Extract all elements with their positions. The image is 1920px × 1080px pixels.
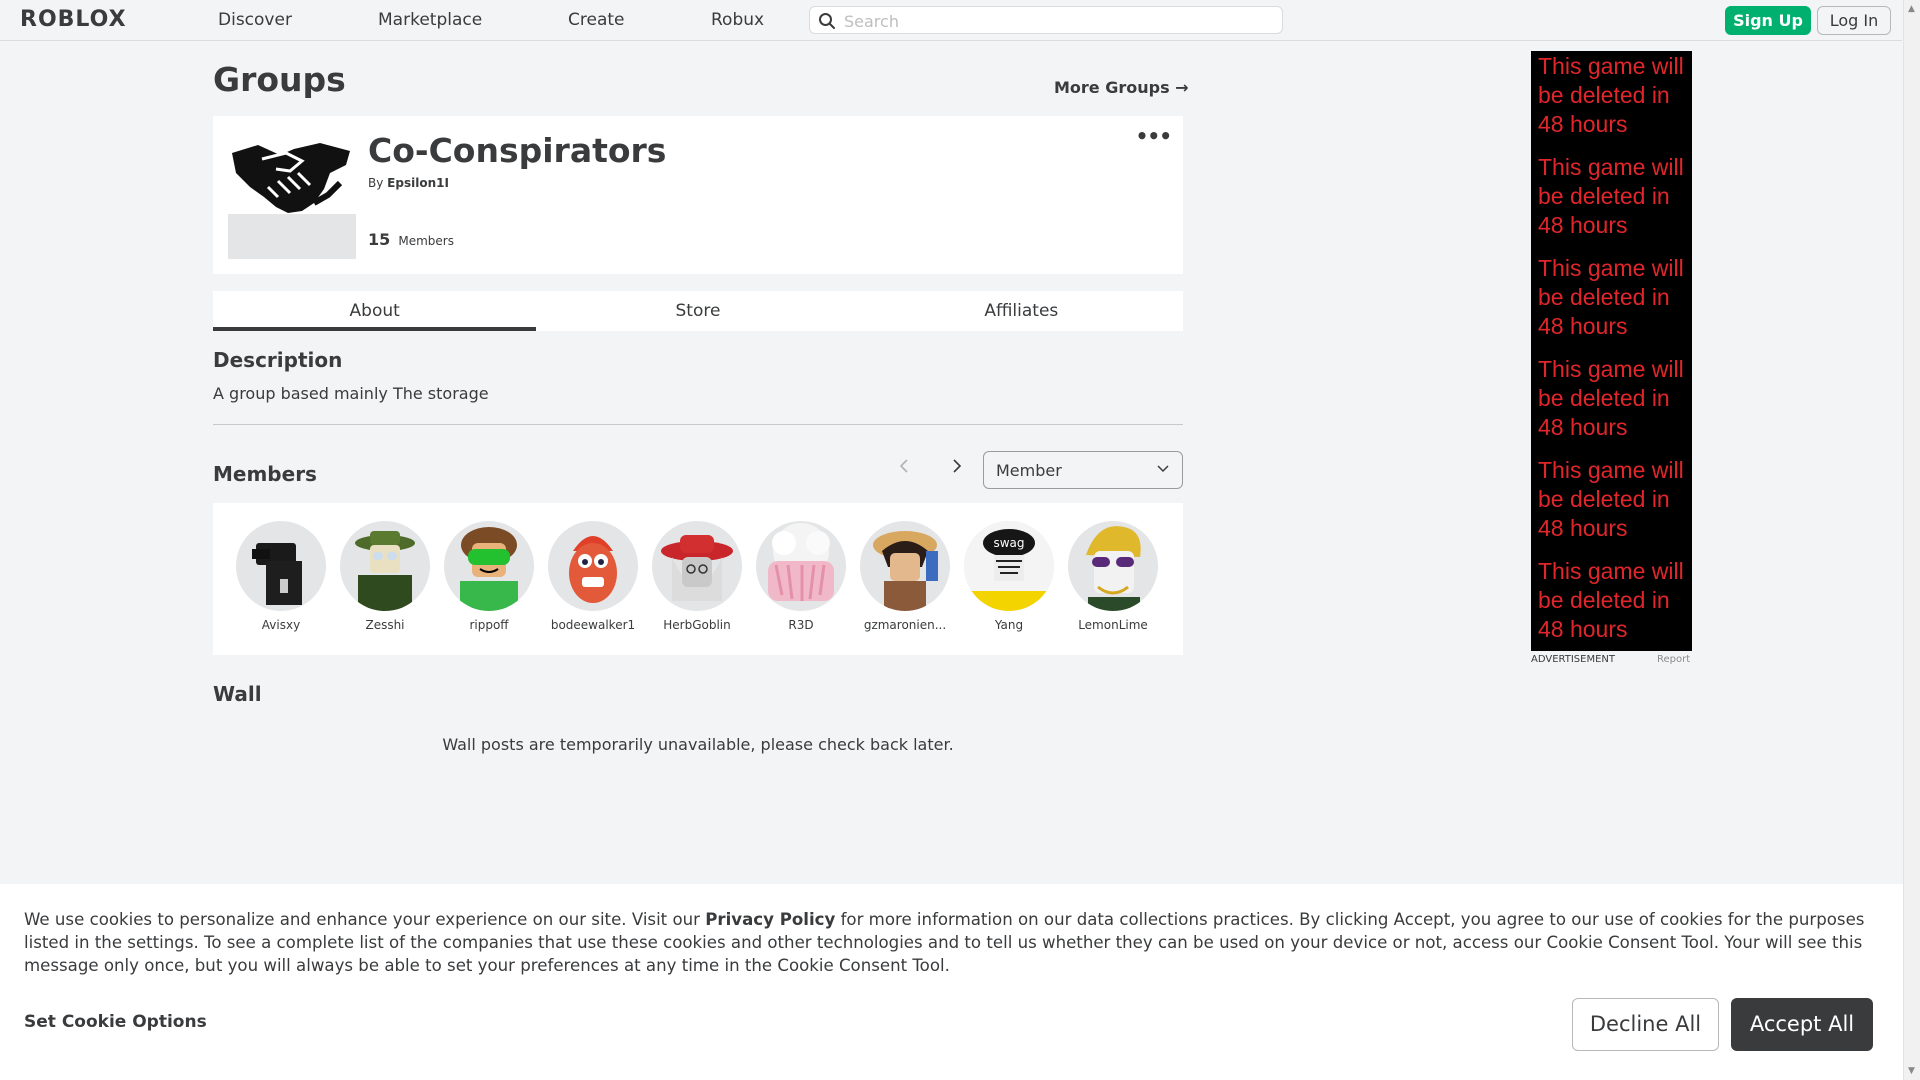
member-card[interactable]: LemonLime — [1061, 521, 1165, 632]
member-name[interactable]: R3D — [749, 618, 853, 632]
group-owner: By Epsilon1I — [368, 176, 449, 190]
more-groups-link[interactable]: More Groups → — [1054, 78, 1189, 97]
group-more-menu-button[interactable]: ••• — [1136, 124, 1172, 148]
report-ad-link[interactable]: Report — [1657, 654, 1690, 665]
ad-text: This game will be deleted in 48 hours — [1538, 154, 1684, 238]
member-name[interactable]: Zesshi — [333, 618, 437, 632]
avatar[interactable] — [652, 521, 742, 611]
avatar[interactable] — [444, 521, 534, 611]
group-member-count: 15 Members — [368, 230, 454, 249]
log-in-button[interactable]: Log In — [1817, 6, 1891, 35]
tab-store[interactable]: Store — [536, 291, 859, 331]
ad-text: This game will be deleted in 48 hours — [1538, 558, 1684, 642]
member-name[interactable]: gzmaronien... — [853, 618, 957, 632]
wall-unavailable-message: Wall posts are temporarily unavailable, … — [442, 735, 954, 754]
member-card[interactable]: HerbGoblin — [645, 521, 749, 632]
decline-all-button[interactable]: Decline All — [1572, 998, 1719, 1051]
tab-affiliates[interactable]: Affiliates — [860, 291, 1183, 331]
owner-link[interactable]: Epsilon1I — [387, 176, 449, 190]
nav-discover[interactable]: Discover — [218, 10, 292, 30]
search-input[interactable] — [842, 9, 1276, 33]
members-heading: Members — [213, 462, 317, 486]
group-name: Co-Conspirators — [368, 131, 667, 170]
member-name[interactable]: Avisxy — [229, 618, 333, 632]
roblox-logo[interactable]: ROBLOX — [20, 7, 127, 32]
member-name[interactable]: HerbGoblin — [645, 618, 749, 632]
avatar[interactable] — [860, 521, 950, 611]
member-count-value: 15 — [368, 230, 391, 249]
cookie-message: We use cookies to personalize and enhanc… — [24, 910, 1865, 975]
role-dropdown[interactable]: Member — [983, 451, 1183, 489]
advertisement-label: ADVERTISEMENT — [1531, 654, 1616, 665]
member-name[interactable]: bodeewalker1 — [541, 618, 645, 632]
member-count-label: Members — [398, 234, 454, 248]
member-card[interactable]: gzmaronien... — [853, 521, 957, 632]
page-scrollbar[interactable]: ▲ ▼ — [1903, 0, 1920, 1080]
avatar[interactable]: swag — [964, 521, 1054, 611]
chevron-down-icon — [1157, 465, 1169, 473]
by-label: By — [368, 176, 384, 190]
avatar[interactable] — [236, 521, 326, 611]
divider — [213, 424, 1183, 425]
handshake-icon — [232, 143, 350, 213]
member-card[interactable]: rippoff — [437, 521, 541, 632]
top-nav: ROBLOX Discover Marketplace Create Robux… — [0, 0, 1902, 41]
group-tabs: About Store Affiliates — [213, 291, 1183, 331]
next-page-icon[interactable] — [951, 458, 963, 474]
set-cookie-options-link[interactable]: Set Cookie Options — [24, 1012, 207, 1032]
tab-about[interactable]: About — [213, 291, 537, 331]
member-card[interactable]: Avisxy — [229, 521, 333, 632]
ad-text: This game will be deleted in 48 hours — [1538, 356, 1684, 440]
ad-text: This game will be deleted in 48 hours — [1538, 53, 1684, 137]
accept-all-button[interactable]: Accept All — [1731, 998, 1873, 1051]
member-card[interactable]: bodeewalker1 — [541, 521, 645, 632]
scroll-down-arrow-icon[interactable]: ▼ — [1908, 1066, 1915, 1076]
group-header-card: Co-Conspirators By Epsilon1I 15 Members … — [213, 116, 1183, 274]
search-box[interactable] — [809, 6, 1283, 34]
page-title: Groups — [213, 60, 346, 99]
member-name[interactable]: LemonLime — [1061, 618, 1165, 632]
avatar[interactable] — [756, 521, 846, 611]
wall-heading: Wall — [213, 682, 262, 706]
member-card[interactable]: Zesshi — [333, 521, 437, 632]
member-card[interactable]: swag Yang — [957, 521, 1061, 632]
cookie-consent-banner: We use cookies to personalize and enhanc… — [0, 884, 1903, 1080]
description-text: A group based mainly The storage — [213, 384, 489, 403]
description-heading: Description — [213, 348, 343, 372]
avatar[interactable] — [548, 521, 638, 611]
nav-create[interactable]: Create — [568, 10, 625, 30]
member-card[interactable]: R3D — [749, 521, 853, 632]
previous-page-icon[interactable] — [898, 458, 910, 474]
ad-text: This game will be deleted in 48 hours — [1538, 457, 1684, 541]
advertisement-banner[interactable]: This game will be deleted in 48 hours Th… — [1531, 51, 1692, 651]
members-panel: Avisxy Zesshi rippoff bodeewalker1 HerbG… — [213, 503, 1183, 655]
scroll-up-arrow-icon[interactable]: ▲ — [1908, 4, 1915, 14]
sign-up-button[interactable]: Sign Up — [1725, 6, 1811, 35]
group-emblem — [228, 131, 356, 259]
nav-marketplace[interactable]: Marketplace — [378, 10, 482, 30]
member-name[interactable]: Yang — [957, 618, 1061, 632]
svg-text:swag: swag — [993, 536, 1024, 550]
search-icon — [819, 13, 835, 29]
nav-robux[interactable]: Robux — [711, 10, 764, 30]
member-name[interactable]: rippoff — [437, 618, 541, 632]
role-dropdown-value: Member — [996, 461, 1062, 480]
privacy-policy-link[interactable]: Privacy Policy — [705, 910, 835, 929]
avatar[interactable] — [340, 521, 430, 611]
avatar[interactable] — [1068, 521, 1158, 611]
ad-text: This game will be deleted in 48 hours — [1538, 255, 1684, 339]
